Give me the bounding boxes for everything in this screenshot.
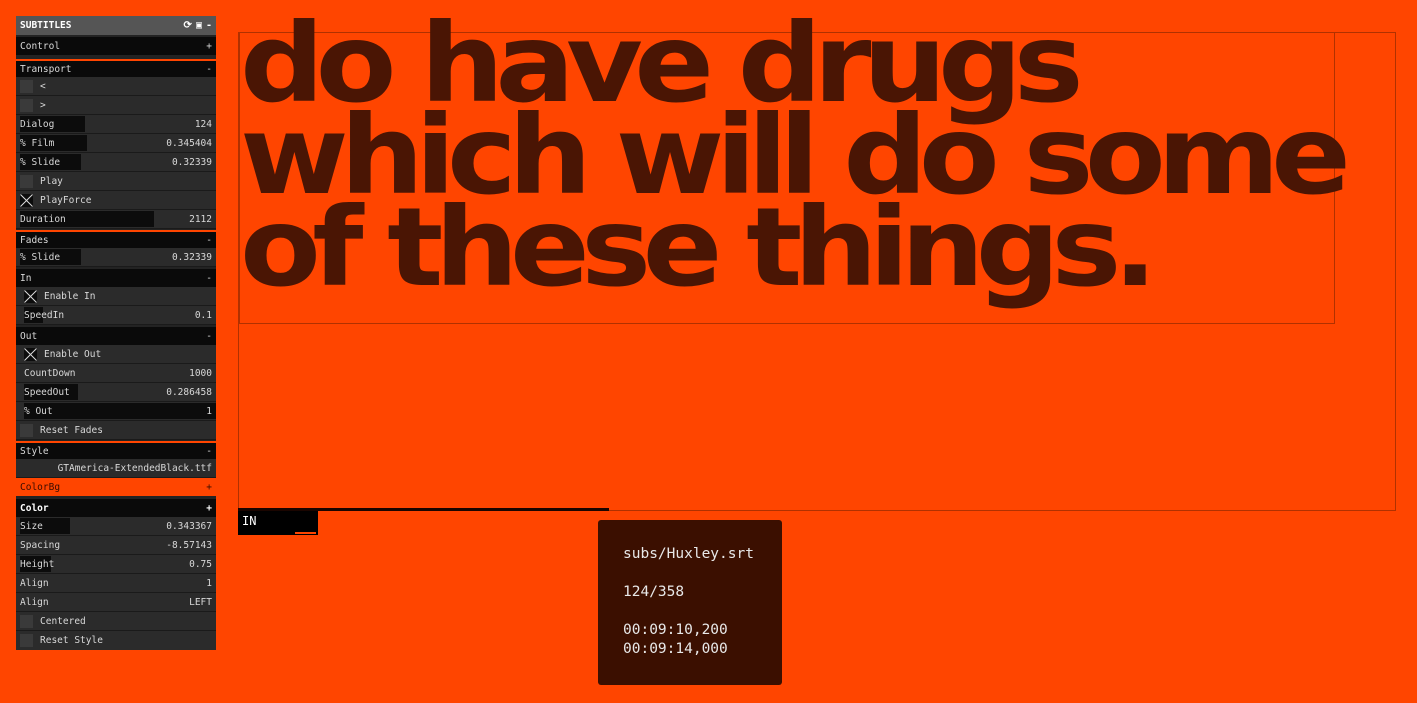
next-checkbox[interactable] — [20, 98, 33, 112]
fade-state-tag: IN — [238, 511, 318, 535]
pct-out-slider[interactable]: % Out 1 — [16, 402, 216, 421]
align-slider[interactable]: Align 1 — [16, 574, 216, 593]
enable-in-checkbox[interactable] — [24, 289, 37, 303]
fades-slide-slider[interactable]: % Slide 0.32339 — [16, 248, 216, 267]
refresh-icon[interactable]: ⟳ — [184, 20, 192, 31]
slide-slider[interactable]: % Slide 0.32339 — [16, 153, 216, 172]
reset-fades-button[interactable]: Reset Fades — [16, 421, 216, 440]
fade-state-label: IN — [242, 514, 257, 528]
countdown-slider[interactable]: CountDown 1000 — [16, 364, 216, 383]
font-file-label[interactable]: GTAmerica-ExtendedBlack.ttf — [16, 459, 216, 478]
slider-fill — [24, 403, 216, 419]
subtitles-panel: SUBTITLES ⟳ ▣ - Control + Transport - < … — [16, 16, 216, 650]
collapse-icon[interactable]: - — [206, 20, 212, 31]
srt-file-path: subs/Huxley.srt — [623, 546, 754, 562]
subtitle-info-box: subs/Huxley.srt 124/358 00:09:10,200 00:… — [598, 520, 782, 685]
style-group[interactable]: Style - — [16, 441, 216, 459]
speed-out-slider[interactable]: SpeedOut 0.286458 — [16, 383, 216, 402]
spacing-slider[interactable]: Spacing -8.57143 — [16, 536, 216, 555]
subtitle-text: do have drugs which will do some of thes… — [240, 0, 1351, 311]
fade-out-group[interactable]: Out - — [16, 327, 216, 345]
speed-in-slider[interactable]: SpeedIn 0.1 — [16, 306, 216, 325]
reset-style-checkbox[interactable] — [20, 634, 33, 647]
start-time: 00:09:10,200 — [623, 622, 728, 638]
dialog-slider[interactable]: Dialog 124 — [16, 115, 216, 134]
enable-out-toggle[interactable]: Enable Out — [16, 345, 216, 364]
align-label[interactable]: Align LEFT — [16, 593, 216, 612]
film-slider[interactable]: % Film 0.345404 — [16, 134, 216, 153]
height-slider[interactable]: Height 0.75 — [16, 555, 216, 574]
play-checkbox[interactable] — [20, 174, 33, 188]
next-button[interactable]: > — [16, 96, 216, 115]
playforce-checkbox[interactable] — [20, 193, 33, 207]
reset-fades-checkbox[interactable] — [20, 423, 33, 437]
panel-header: SUBTITLES ⟳ ▣ - — [16, 16, 216, 35]
panel-title: SUBTITLES — [20, 20, 72, 31]
size-slider[interactable]: Size 0.343367 — [16, 517, 216, 536]
duration-slider[interactable]: Duration 2112 — [16, 210, 216, 229]
prev-checkbox[interactable] — [20, 79, 33, 93]
color-group[interactable]: Color + — [16, 499, 216, 517]
end-time: 00:09:14,000 — [623, 641, 728, 657]
control-group[interactable]: Control + — [16, 37, 216, 55]
centered-toggle[interactable]: Centered — [16, 612, 216, 631]
reset-style-button[interactable]: Reset Style — [16, 631, 216, 650]
subtitle-index: 124/358 — [623, 584, 685, 600]
fade-in-group[interactable]: In - — [16, 269, 216, 287]
fade-state-indicator — [295, 532, 316, 534]
enable-in-toggle[interactable]: Enable In — [16, 287, 216, 306]
play-toggle[interactable]: Play — [16, 172, 216, 191]
playforce-toggle[interactable]: PlayForce — [16, 191, 216, 210]
save-icon[interactable]: ▣ — [196, 20, 202, 31]
enable-out-checkbox[interactable] — [24, 347, 37, 361]
transport-group[interactable]: Transport - — [16, 59, 216, 77]
colorbg-group[interactable]: ColorBg + — [16, 478, 216, 496]
centered-checkbox[interactable] — [20, 614, 33, 628]
fades-group[interactable]: Fades - — [16, 230, 216, 248]
prev-button[interactable]: < — [16, 77, 216, 96]
